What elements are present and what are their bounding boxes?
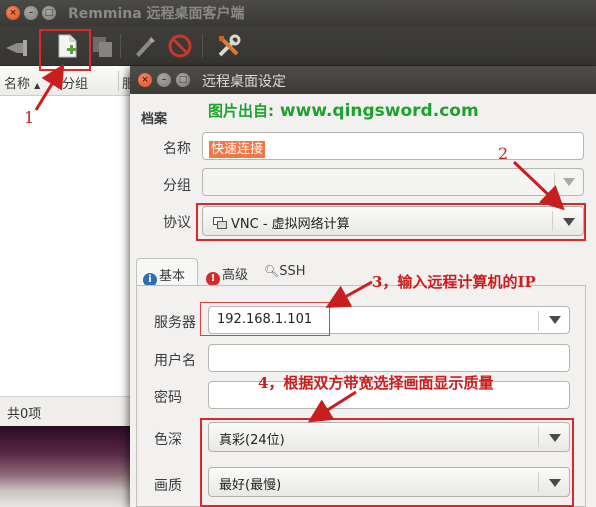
quality-label: 画质 bbox=[154, 478, 182, 494]
column-name[interactable]: 名称 ▲ bbox=[4, 73, 40, 92]
watermark: 图片出自: www.qingsword.com bbox=[208, 101, 479, 121]
copy-button[interactable] bbox=[89, 32, 117, 60]
tab-basic[interactable]: i 基本 bbox=[136, 258, 198, 287]
dialog-title: 远程桌面设定 bbox=[202, 74, 286, 90]
annotation-3: 3，输入远程计算机的IP bbox=[372, 273, 536, 291]
edit-button[interactable] bbox=[129, 32, 157, 60]
column-separator bbox=[118, 71, 119, 91]
column-group[interactable]: 分组 bbox=[62, 73, 88, 92]
annotation-box-new bbox=[39, 29, 91, 71]
connect-icon bbox=[6, 40, 27, 56]
name-value: 快速连接 bbox=[209, 141, 266, 158]
dialog-maximize-button[interactable]: □ bbox=[176, 73, 190, 87]
dialog-minimize-button[interactable]: – bbox=[157, 73, 171, 87]
group-combo[interactable] bbox=[202, 168, 584, 196]
copy-icon bbox=[93, 37, 112, 57]
annotation-box-quality bbox=[200, 418, 574, 507]
color-depth-label: 色深 bbox=[154, 432, 182, 448]
toolbar-separator bbox=[120, 34, 121, 58]
main-maximize-button[interactable]: □ bbox=[42, 6, 56, 20]
preferences-button[interactable] bbox=[215, 32, 243, 60]
connect-button[interactable] bbox=[3, 32, 31, 60]
preferences-icon bbox=[218, 34, 241, 57]
protocol-label: 协议 bbox=[163, 215, 191, 231]
column-separator bbox=[58, 71, 59, 91]
annotation-box-protocol bbox=[196, 203, 586, 241]
item-count: 共0项 bbox=[7, 407, 42, 422]
name-label: 名称 bbox=[163, 141, 191, 157]
chevron-down-icon bbox=[563, 178, 575, 186]
group-label: 分组 bbox=[163, 178, 191, 194]
sort-ascending-icon: ▲ bbox=[34, 81, 41, 90]
annotation-2: 2 bbox=[498, 144, 509, 163]
main-titlebar: × – □ Remmina 远程桌面客户端 bbox=[0, 0, 596, 26]
annotation-4: 4，根据双方带宽选择画面显示质量 bbox=[258, 374, 494, 392]
dialog-titlebar: × – □ 远程桌面设定 bbox=[130, 66, 596, 94]
username-label: 用户名 bbox=[154, 353, 196, 369]
annotation-1: 1 bbox=[24, 108, 35, 127]
delete-button[interactable] bbox=[166, 32, 194, 60]
main-minimize-button[interactable]: – bbox=[24, 6, 38, 20]
name-field[interactable]: 快速连接 bbox=[202, 132, 584, 160]
tab-ssh[interactable]: 🔍︎SSH bbox=[260, 258, 320, 286]
main-window-title: Remmina 远程桌面客户端 bbox=[68, 6, 245, 22]
password-label: 密码 bbox=[154, 390, 182, 406]
edit-icon bbox=[136, 37, 155, 57]
warning-icon: ! bbox=[206, 272, 220, 286]
chevron-down-icon bbox=[549, 316, 561, 324]
dialog-close-button[interactable]: × bbox=[138, 73, 152, 87]
profile-section-heading: 档案 bbox=[141, 112, 168, 127]
tab-advanced[interactable]: ! 高级 bbox=[202, 258, 258, 286]
search-icon: 🔍︎ bbox=[264, 264, 280, 278]
main-close-button[interactable]: × bbox=[6, 6, 20, 20]
server-label: 服务器 bbox=[154, 315, 196, 331]
delete-icon bbox=[168, 34, 192, 58]
toolbar-separator bbox=[202, 34, 203, 58]
username-field[interactable] bbox=[208, 344, 570, 372]
annotation-box-server bbox=[200, 302, 330, 336]
